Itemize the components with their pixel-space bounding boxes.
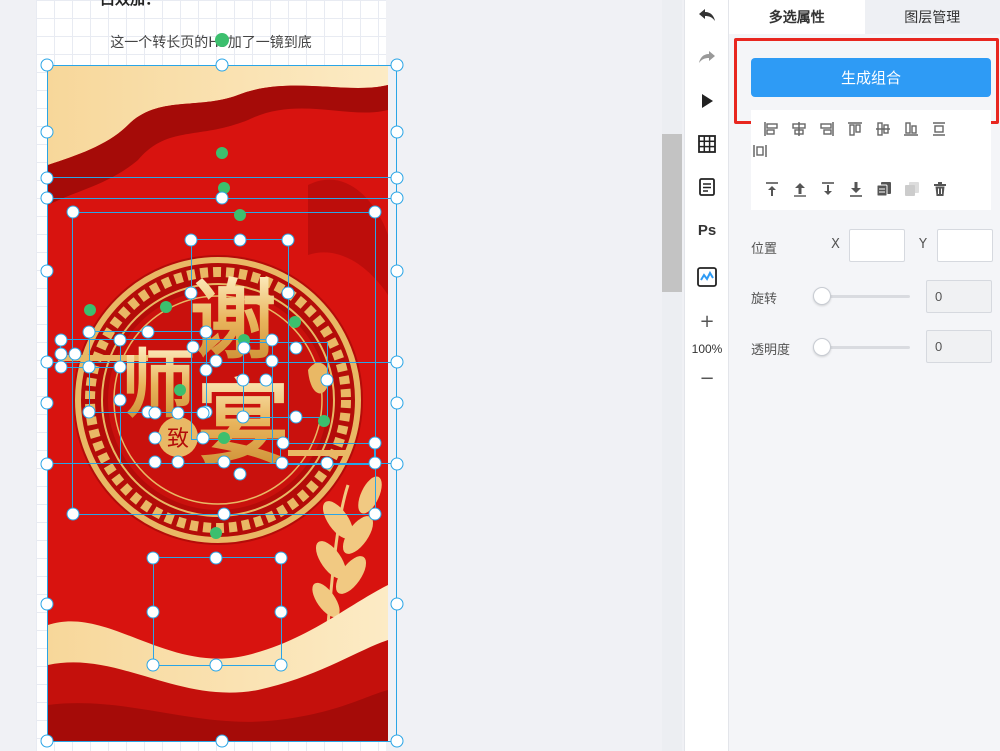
align-tools: [751, 110, 991, 210]
move-down-button[interactable]: [819, 180, 837, 198]
align-right-icon: [820, 122, 834, 136]
position-y-input[interactable]: [937, 229, 993, 262]
chart-button[interactable]: [685, 262, 729, 292]
move-to-top-icon: [766, 182, 778, 196]
opacity-value-input[interactable]: [926, 330, 992, 363]
distribute-vertical-icon: [933, 122, 945, 136]
redo-icon: [699, 51, 715, 63]
tab-multi-select-properties[interactable]: 多选属性: [729, 0, 865, 34]
opacity-label: 透明度: [751, 343, 791, 358]
poster-char-2: 师: [121, 342, 195, 428]
document-icon: [699, 178, 715, 196]
rotate-value-input[interactable]: [926, 280, 992, 313]
distribute-horizontal-button[interactable]: [751, 142, 769, 160]
move-up-icon: [794, 183, 806, 197]
undo-button[interactable]: [685, 0, 729, 30]
panel-tabs: 多选属性 图层管理: [729, 0, 1000, 34]
paste-button[interactable]: [903, 180, 921, 198]
y-label: Y: [919, 237, 927, 252]
align-center-h-icon: [792, 122, 806, 136]
zoom-out-button[interactable]: −: [685, 363, 729, 393]
rotate-label: 旋转: [751, 292, 778, 307]
x-label: X: [831, 237, 840, 252]
duplicate-icon: [905, 182, 919, 196]
properties-panel: 多选属性 图层管理 生成组合 位置 X Y 旋转 0 透明度 0: [729, 0, 1000, 751]
canvas-area[interactable]: 白效加： 这一个转长页的H5加了一镜到底: [0, 0, 684, 751]
redo-button[interactable]: [685, 42, 729, 72]
undo-icon: [699, 9, 715, 21]
poster-char-3: 宴: [197, 369, 289, 477]
align-left-icon: [764, 122, 778, 136]
align-middle-v-button[interactable]: [874, 120, 892, 138]
move-to-bottom-icon: [850, 182, 862, 197]
zoom-in-icon: +: [699, 310, 715, 332]
table-icon: [698, 135, 716, 153]
align-bottom-icon: [904, 122, 918, 136]
align-top-button[interactable]: [846, 120, 864, 138]
ps-icon: Ps: [697, 221, 717, 239]
poster-char-1: 谢: [190, 270, 276, 371]
canvas-scrollbar-track[interactable]: [662, 0, 682, 751]
ps-import-button[interactable]: Ps: [685, 215, 729, 245]
page-top-text[interactable]: 白效加：: [100, 0, 160, 9]
zoom-out-icon: −: [699, 367, 715, 389]
move-up-button[interactable]: [791, 180, 809, 198]
page-caption-text[interactable]: 这一个转长页的H5加了一镜到底: [36, 32, 386, 52]
tool-column: Ps + 100% −: [684, 0, 729, 751]
zoom-in-button[interactable]: +: [685, 306, 729, 336]
position-x-input[interactable]: [849, 229, 905, 262]
table-button[interactable]: [685, 129, 729, 159]
poster-image[interactable]: 谢 师 宴 致: [48, 65, 388, 741]
align-middle-v-icon: [876, 122, 890, 136]
move-down-icon: [822, 182, 834, 195]
copy-button[interactable]: [875, 180, 893, 198]
preview-play-button[interactable]: [685, 86, 729, 116]
opacity-slider-handle[interactable]: [813, 338, 831, 356]
zoom-level: 100%: [691, 342, 723, 356]
align-top-icon: [848, 122, 862, 136]
bring-to-top-button[interactable]: [763, 180, 781, 198]
distribute-vertical-button[interactable]: [930, 120, 948, 138]
copy-icon: [876, 182, 891, 197]
chart-icon: [697, 267, 717, 287]
position-label: 位置: [751, 242, 778, 257]
distribute-horizontal-icon: [753, 145, 767, 157]
send-to-bottom-button[interactable]: [847, 180, 865, 198]
play-icon: [702, 94, 713, 108]
trash-icon: [934, 182, 946, 196]
delete-button[interactable]: [931, 180, 949, 198]
rotate-slider-handle[interactable]: [813, 287, 831, 305]
align-bottom-button[interactable]: [902, 120, 920, 138]
canvas-scrollbar-thumb[interactable]: [662, 134, 682, 292]
poster-seal-text: 致: [167, 427, 189, 452]
document-button[interactable]: [685, 172, 729, 202]
align-right-button[interactable]: [818, 120, 836, 138]
generate-group-button[interactable]: 生成组合: [751, 58, 991, 97]
align-left-button[interactable]: [762, 120, 780, 138]
align-center-h-button[interactable]: [790, 120, 808, 138]
tab-layer-management[interactable]: 图层管理: [865, 0, 1000, 34]
